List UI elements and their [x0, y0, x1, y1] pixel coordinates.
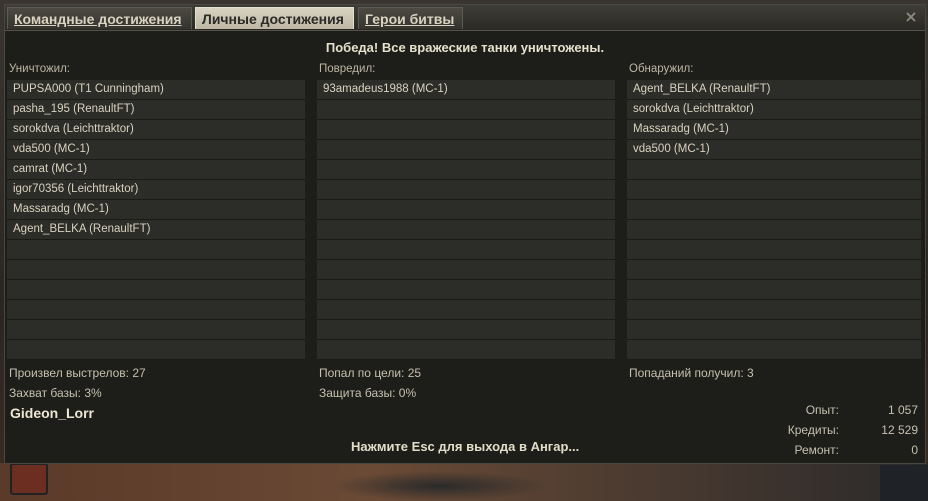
destroyed-list-item: camrat (MC-1) [7, 160, 305, 180]
destroyed-list-item: PUPSA000 (T1 Cunningham) [7, 80, 305, 100]
player-name: Gideon_Lorr [10, 405, 95, 421]
experience-label: Опыт: [805, 403, 839, 417]
damaged-list-item [317, 220, 615, 240]
damaged-list-item [317, 340, 615, 360]
damaged-list-item [317, 140, 615, 160]
tab-personal-achievements[interactable]: Личные достижения [195, 7, 354, 29]
battle-result-headline: Победа! Все вражеские танки уничтожены. [325, 40, 605, 55]
hits-received-stat: Попаданий получил: 3 [629, 366, 754, 380]
destroyed-list-item: Agent_BELKA (RenaultFT) [7, 220, 305, 240]
spotted-list-item [627, 300, 921, 320]
damaged-list-item: 93amadeus1988 (MC-1) [317, 80, 615, 100]
spotted-list-item: vda500 (MC-1) [627, 140, 921, 160]
destroyed-list-item: igor70356 (Leichttraktor) [7, 180, 305, 200]
spotted-list-item [627, 280, 921, 300]
destroyed-list-item: pasha_195 (RenaultFT) [7, 100, 305, 120]
damaged-list-item [317, 100, 615, 120]
damaged-list-item [317, 160, 615, 180]
tab-team-achievements[interactable]: Командные достижения [7, 7, 192, 29]
ammo-crate-icon [10, 463, 48, 495]
spotted-list-item [627, 220, 921, 240]
spotted-list-item: Massaradg (MC-1) [627, 120, 921, 140]
destroyed-list-item [7, 240, 305, 260]
spotted-list-item: Agent_BELKA (RenaultFT) [627, 80, 921, 100]
damaged-list-item [317, 280, 615, 300]
damaged-list-item [317, 300, 615, 320]
tab-bar: Командные достижения Личные достижения Г… [5, 5, 925, 31]
credits-value: 12 529 [881, 423, 918, 437]
spotted-title: Обнаружил: [629, 63, 694, 75]
destroyed-list-item: sorokdva (Leichttraktor) [7, 120, 305, 140]
spotted-list: Agent_BELKA (RenaultFT) sorokdva (Leichtt… [627, 80, 921, 360]
destroyed-list-item: Massaradg (MC-1) [7, 200, 305, 220]
damaged-list-item [317, 240, 615, 260]
exit-hint: Нажмите Esc для выхода в Ангар... [351, 439, 580, 454]
destroyed-title: Уничтожил: [9, 63, 70, 75]
battle-results-window: Командные достижения Личные достижения Г… [4, 4, 926, 464]
close-icon[interactable]: × [903, 9, 919, 25]
destroyed-list: PUPSA000 (T1 Cunningham) pasha_195 (Renau… [7, 80, 305, 360]
spotted-list-item [627, 240, 921, 260]
spotted-list-item [627, 320, 921, 340]
destroyed-list-item [7, 300, 305, 320]
spotted-list-item [627, 160, 921, 180]
spotted-list-item [627, 340, 921, 360]
damaged-list-item [317, 320, 615, 340]
destroyed-list-item: vda500 (MC-1) [7, 140, 305, 160]
shots-fired-stat: Произвел выстрелов: 27 [9, 366, 146, 380]
spotted-list-item [627, 200, 921, 220]
spotted-list-item [627, 260, 921, 280]
repair-label: Ремонт: [794, 443, 839, 457]
spotted-list-item [627, 180, 921, 200]
damaged-list-item [317, 260, 615, 280]
destroyed-list-item [7, 280, 305, 300]
hits-stat: Попал по цели: 25 [319, 366, 422, 380]
tab-battle-heroes[interactable]: Герои битвы [358, 7, 463, 29]
damaged-list-item [317, 200, 615, 220]
experience-value: 1 057 [887, 403, 918, 417]
damaged-list-item [317, 180, 615, 200]
base-defense-stat: Защита базы: 0% [319, 386, 417, 400]
spotted-list-item: sorokdva (Leichttraktor) [627, 100, 921, 120]
damaged-list: 93amadeus1988 (MC-1) [317, 80, 615, 360]
damaged-list-item [317, 120, 615, 140]
side-hud-panel [880, 465, 928, 501]
destroyed-list-item [7, 320, 305, 340]
destroyed-list-item [7, 340, 305, 360]
base-capture-stat: Захват базы: 3% [9, 386, 102, 400]
credits-label: Кредиты: [787, 423, 839, 437]
damaged-title: Повредил: [319, 63, 376, 75]
destroyed-list-item [7, 260, 305, 280]
tank-shadow [330, 471, 550, 501]
repair-value: 0 [911, 443, 918, 457]
